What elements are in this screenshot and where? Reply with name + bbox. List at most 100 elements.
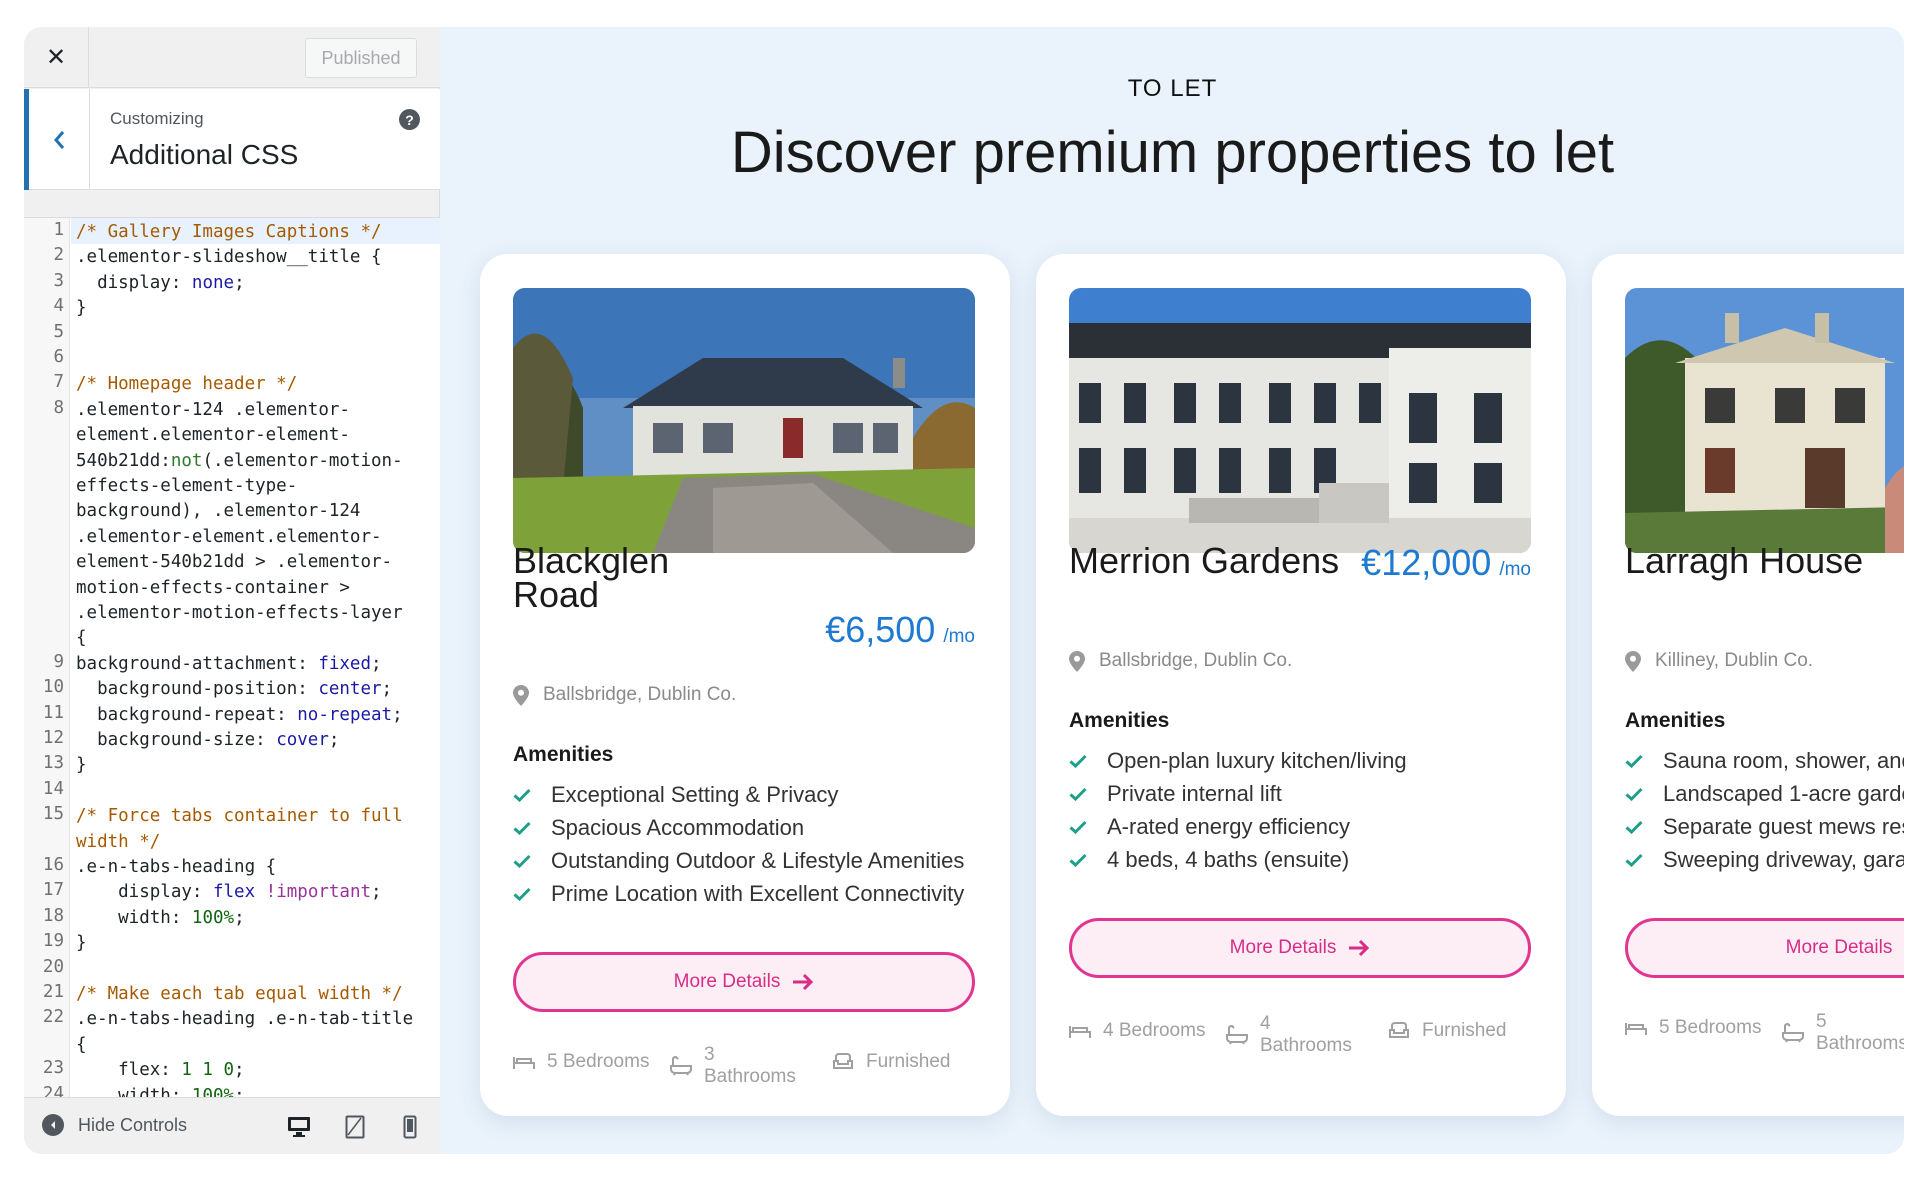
check-icon xyxy=(1625,820,1645,834)
price-amount: €6,500 xyxy=(825,609,936,650)
line-number: 23 xyxy=(42,1058,64,1079)
section-heading: Discover premium properties to let xyxy=(730,120,1615,185)
amenity-item: Private internal lift xyxy=(1069,777,1407,810)
amenity-text: Separate guest mews resi xyxy=(1663,813,1904,839)
amenity-text: Landscaped 1-acre garder xyxy=(1663,780,1904,806)
amenity-text: Exceptional Setting & Privacy xyxy=(551,781,839,807)
price-period: /mo xyxy=(943,626,975,647)
line-number: 12 xyxy=(42,728,64,748)
amenity-item: Spacious Accommodation xyxy=(513,811,964,844)
amenity-text: Sauna room, shower, and xyxy=(1663,747,1904,773)
amenity-text: Sweeping driveway, garag xyxy=(1663,846,1904,872)
location-text: Ballsbridge, Dublin Co. xyxy=(543,684,737,705)
desktop-preview-icon[interactable] xyxy=(284,1112,314,1142)
bed-icon xyxy=(1069,1026,1091,1038)
help-icon[interactable]: ? xyxy=(399,109,420,130)
property-card: Blackglen Road €6,500/mo Ballsbridge, Du… xyxy=(480,254,1010,1116)
property-location: Ballsbridge, Dublin Co. xyxy=(1069,650,1292,672)
arrow-right-icon xyxy=(793,973,814,991)
more-details-button[interactable]: More Details xyxy=(1625,918,1904,978)
bathrooms-feature: 5 Bathrooms xyxy=(1782,1011,1904,1055)
bathtub-icon xyxy=(1782,1023,1804,1043)
customizing-label: Customizing xyxy=(110,109,204,128)
check-icon xyxy=(1069,787,1089,801)
customizer-header: ✕ Published xyxy=(24,27,440,88)
check-icon xyxy=(1625,853,1645,867)
line-number: 14 xyxy=(42,778,64,799)
site-preview: TO LET Discover premium properties to le… xyxy=(441,27,1904,1154)
bathtub-icon xyxy=(1226,1025,1248,1045)
line-number: 20 xyxy=(42,956,64,977)
location-pin-icon xyxy=(1625,650,1641,672)
code-text: } xyxy=(76,755,87,776)
furnished-feature: Furnished xyxy=(832,1051,951,1073)
published-button[interactable]: Published xyxy=(305,38,417,78)
location-pin-icon xyxy=(1069,650,1085,672)
code-text: .elementor-124 .elementor- element.eleme… xyxy=(76,399,403,649)
more-details-label: More Details xyxy=(1229,937,1337,958)
line-number: 5 xyxy=(53,321,64,342)
close-button[interactable]: ✕ xyxy=(24,27,89,88)
code-text: /* Gallery Images Captions */ xyxy=(76,222,382,242)
code-text: /* Homepage header */ xyxy=(76,374,298,395)
more-details-label: More Details xyxy=(1785,937,1893,958)
code-text: /* Force tabs container to full width */ xyxy=(76,806,403,852)
location-pin-icon xyxy=(513,684,529,706)
location-text: Killiney, Dublin Co. xyxy=(1655,650,1814,671)
line-number: 6 xyxy=(53,347,64,367)
code-text: background-position: center; xyxy=(76,679,393,700)
amenity-item: Exceptional Setting & Privacy xyxy=(513,778,964,811)
line-number: 2 xyxy=(53,245,64,266)
line-number: 9 xyxy=(53,651,64,672)
code-text: display: none; xyxy=(76,272,245,293)
line-number: 22 xyxy=(42,1007,64,1028)
line-number: 4 xyxy=(53,296,64,317)
more-details-label: More Details xyxy=(673,971,781,992)
line-number: 18 xyxy=(42,905,64,926)
check-icon xyxy=(1625,787,1645,801)
code-text: background-attachment: fixed; xyxy=(76,653,382,674)
more-details-button[interactable]: More Details xyxy=(1069,918,1531,978)
css-code-editor[interactable]: 1 /* Gallery Images Captions */ 2 .elemento… xyxy=(24,217,440,1097)
amenity-text: Private internal lift xyxy=(1107,780,1282,806)
property-price: €6,500/mo xyxy=(825,609,975,651)
line-number: 19 xyxy=(42,931,64,952)
line-number: 7 xyxy=(53,372,64,393)
amenities-heading: Amenities xyxy=(1069,709,1170,732)
amenity-text: Spacious Accommodation xyxy=(551,814,805,840)
check-icon xyxy=(513,821,533,835)
property-photo xyxy=(1625,288,1904,553)
hide-controls-button[interactable]: Hide Controls xyxy=(42,1114,187,1136)
code-text: background-repeat: no-repeat; xyxy=(76,704,403,725)
line-number: 3 xyxy=(53,270,64,291)
furnished-feature: Furnished xyxy=(1388,1020,1507,1042)
line-number: 8 xyxy=(53,397,64,418)
mobile-preview-icon[interactable] xyxy=(395,1112,425,1142)
amenities-list: Sauna room, shower, and Landscaped 1-acre… xyxy=(1625,744,1904,876)
property-price: €12,000/mo xyxy=(1361,542,1531,584)
amenity-item: Sauna room, shower, and xyxy=(1625,744,1904,777)
amenity-text: Outstanding Outdoor & Lifestyle Amenitie… xyxy=(551,847,965,873)
armchair-icon xyxy=(1389,1022,1409,1038)
line-number: 11 xyxy=(42,702,64,723)
back-button[interactable] xyxy=(24,89,90,190)
amenity-item: Sweeping driveway, garag xyxy=(1625,843,1904,876)
amenity-item: Separate guest mews resi xyxy=(1625,810,1904,843)
bedrooms-feature: 5 Bedrooms xyxy=(513,1051,649,1073)
code-text: display: flex !important; xyxy=(76,882,382,903)
close-icon: ✕ xyxy=(45,44,67,71)
app-window: ✕ Published Customizing Additional CSS ?… xyxy=(24,27,1904,1154)
line-number: 10 xyxy=(42,677,64,698)
property-card: Merrion Gardens €12,000/mo Ballsbridge, … xyxy=(1036,254,1566,1116)
tablet-preview-icon[interactable] xyxy=(340,1112,370,1142)
check-icon xyxy=(1069,820,1089,834)
bathrooms-feature: 4 Bathrooms xyxy=(1226,1013,1352,1057)
bathrooms-feature: 3 Bathrooms xyxy=(670,1044,796,1088)
code-text: flex: 1 1 0; xyxy=(76,1060,245,1081)
arrow-right-icon xyxy=(1349,939,1370,957)
armchair-icon xyxy=(833,1053,853,1069)
more-details-button[interactable]: More Details xyxy=(513,952,975,1012)
line-number: 13 xyxy=(42,753,64,774)
amenity-item: A-rated energy efficiency xyxy=(1069,810,1407,843)
code-text: } xyxy=(76,298,87,319)
